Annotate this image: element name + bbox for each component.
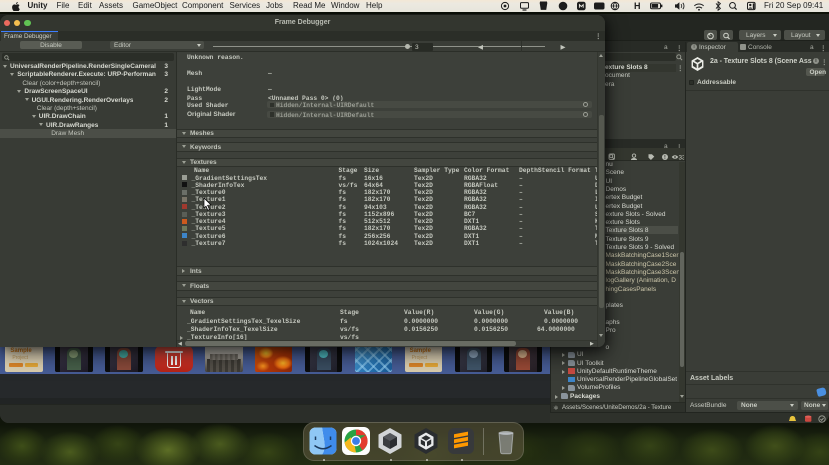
svg-text:33: 33	[679, 154, 685, 161]
svg-text:!: !	[664, 155, 666, 161]
svg-text:H: H	[634, 1, 641, 11]
